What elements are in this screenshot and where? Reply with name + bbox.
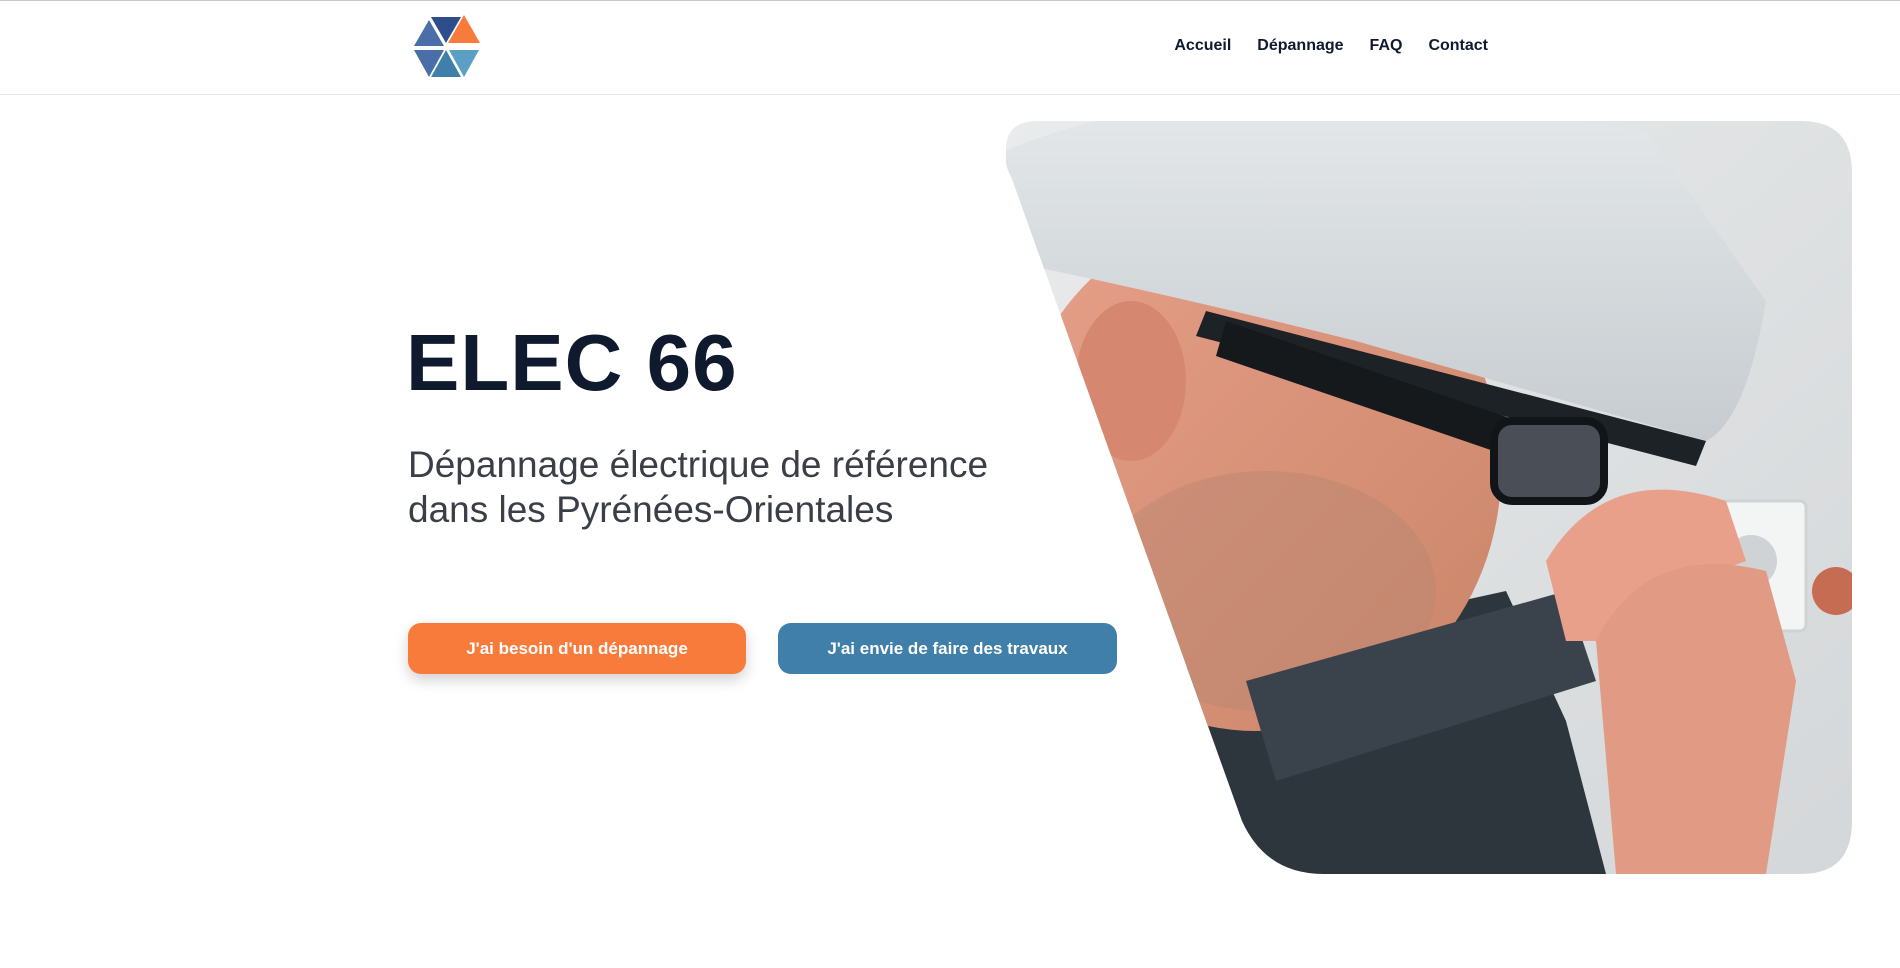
main-nav: Accueil Dépannage FAQ Contact — [1174, 37, 1488, 55]
nav-depannage[interactable]: Dépannage — [1257, 37, 1343, 55]
hero-title: ELEC 66 — [406, 318, 738, 407]
nav-faq[interactable]: FAQ — [1370, 37, 1403, 55]
nav-contact[interactable]: Contact — [1428, 37, 1488, 55]
hexagon-triangles-logo-icon[interactable] — [409, 15, 497, 83]
electrician-photo — [1006, 121, 1852, 874]
nav-accueil[interactable]: Accueil — [1174, 37, 1231, 55]
site-header: Accueil Dépannage FAQ Contact — [0, 1, 1900, 95]
hero-subtitle: Dépannage électrique de référence dans l… — [408, 444, 989, 530]
page: Accueil Dépannage FAQ Contact ELEC 66 Dé… — [0, 0, 1900, 968]
depannage-button[interactable]: J'ai besoin d'un dépannage — [408, 623, 746, 674]
